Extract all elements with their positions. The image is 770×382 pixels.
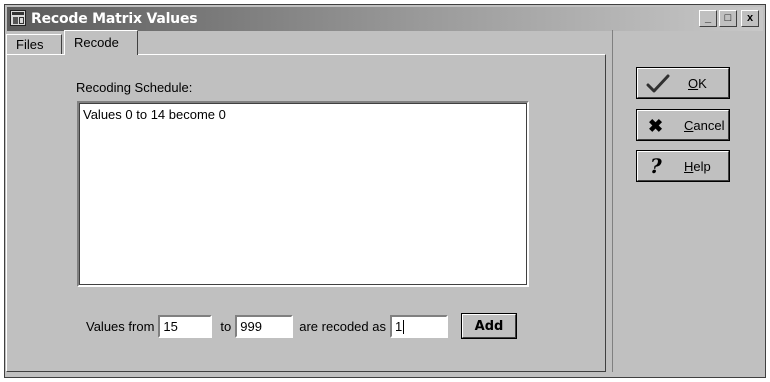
add-button[interactable]: Add	[460, 313, 517, 339]
text-caret	[403, 320, 405, 335]
recoding-schedule-list[interactable]: Values 0 to 14 become 0	[77, 101, 529, 287]
tab-recode[interactable]: Recode	[64, 30, 138, 55]
recoded-as-label: are recoded as	[299, 318, 386, 334]
x-icon: ✖	[648, 116, 664, 136]
help-label: Help	[684, 159, 711, 174]
from-value-field[interactable]: 15	[158, 314, 213, 338]
maximize-button[interactable]: □	[719, 10, 737, 27]
recoded-value-text: 1	[394, 318, 403, 334]
to-label: to	[220, 318, 232, 334]
close-button[interactable]: x	[741, 10, 759, 27]
ok-label: OK	[688, 76, 707, 91]
ok-button[interactable]: OK	[636, 67, 730, 99]
cancel-label: Cancel	[684, 118, 725, 133]
cancel-button[interactable]: ✖ Cancel	[636, 109, 730, 141]
recode-rule-row: Values from 15 to 999 are recoded as 1 A…	[86, 313, 517, 339]
title-bar[interactable]: Recode Matrix Values _ □ x	[7, 7, 763, 31]
recoded-value-field[interactable]: 1	[389, 314, 448, 338]
window-controls: _ □ x	[699, 10, 759, 27]
check-icon	[646, 74, 670, 93]
help-button[interactable]: ? Help	[636, 150, 730, 182]
tab-files[interactable]: Files	[6, 34, 62, 54]
question-icon: ?	[650, 154, 662, 178]
minimize-button[interactable]: _	[699, 10, 717, 27]
window-title: Recode Matrix Values	[31, 11, 198, 27]
app-icon[interactable]	[10, 10, 26, 26]
to-value-field[interactable]: 999	[235, 314, 294, 338]
recoding-schedule-label: Recoding Schedule:	[76, 80, 193, 95]
values-from-label: Values from	[86, 318, 155, 334]
list-item[interactable]: Values 0 to 14 become 0	[83, 107, 226, 122]
